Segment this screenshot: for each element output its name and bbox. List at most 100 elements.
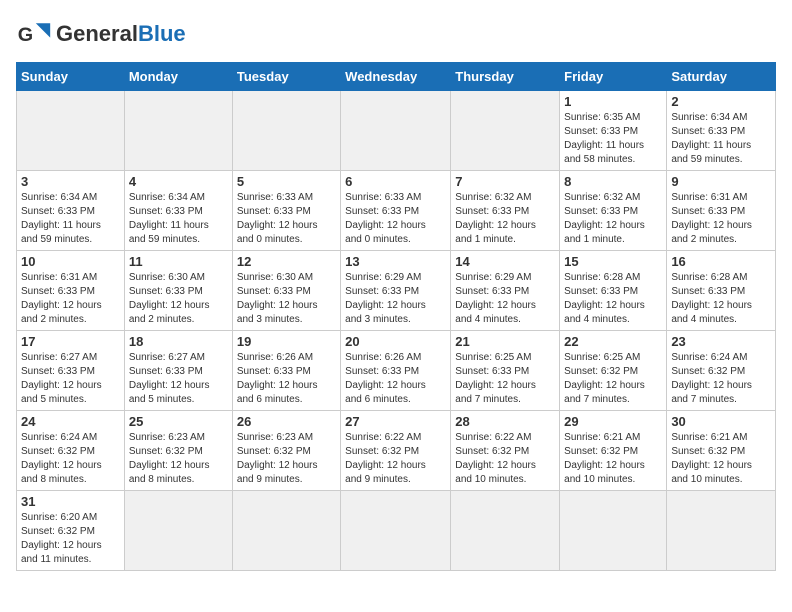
day-info: Sunrise: 6:30 AM Sunset: 6:33 PM Dayligh… <box>129 271 228 327</box>
day-info: Sunrise: 6:27 AM Sunset: 6:33 PM Dayligh… <box>129 351 228 407</box>
calendar-cell: 16 Sunrise: 6:28 AM Sunset: 6:33 PM Dayli… <box>667 251 776 331</box>
day-info: Sunrise: 6:29 AM Sunset: 6:33 PM Dayligh… <box>345 271 446 327</box>
calendar-cell <box>17 91 125 171</box>
calendar-cell: 28 Sunrise: 6:22 AM Sunset: 6:32 PM Dayli… <box>451 411 560 491</box>
calendar-cell: 23Sunrise: 6:24 AM Sunset: 6:32 PM Dayli… <box>667 331 776 411</box>
day-info: Sunrise: 6:32 AM Sunset: 6:33 PM Dayligh… <box>455 191 555 247</box>
day-number: 15 <box>564 254 662 269</box>
calendar-week-row: 31Sunrise: 6:20 AM Sunset: 6:32 PM Dayli… <box>17 491 776 571</box>
day-info: Sunrise: 6:25 AM Sunset: 6:32 PM Dayligh… <box>564 351 662 407</box>
day-info: Sunrise: 6:23 AM Sunset: 6:32 PM Dayligh… <box>237 431 336 487</box>
header-monday: Monday <box>124 63 232 91</box>
calendar-week-row: 1 Sunrise: 6:35 AM Sunset: 6:33 PM Daylig… <box>17 91 776 171</box>
day-number: 18 <box>129 334 228 349</box>
day-info: Sunrise: 6:29 AM Sunset: 6:33 PM Dayligh… <box>455 271 555 327</box>
day-info: Sunrise: 6:24 AM Sunset: 6:32 PM Dayligh… <box>21 431 120 487</box>
day-info: Sunrise: 6:25 AM Sunset: 6:33 PM Dayligh… <box>455 351 555 407</box>
day-info: Sunrise: 6:34 AM Sunset: 6:33 PM Dayligh… <box>129 191 228 247</box>
calendar-cell: 20Sunrise: 6:26 AM Sunset: 6:33 PM Dayli… <box>341 331 451 411</box>
day-number: 23 <box>671 334 771 349</box>
day-info: Sunrise: 6:31 AM Sunset: 6:33 PM Dayligh… <box>21 271 120 327</box>
day-number: 24 <box>21 414 120 429</box>
calendar-cell <box>232 491 340 571</box>
calendar-cell <box>451 491 560 571</box>
calendar-cell: 30 Sunrise: 6:21 AM Sunset: 6:32 PM Dayli… <box>667 411 776 491</box>
calendar-cell <box>341 91 451 171</box>
calendar-cell: 27Sunrise: 6:22 AM Sunset: 6:32 PM Dayli… <box>341 411 451 491</box>
header-friday: Friday <box>560 63 667 91</box>
calendar-cell: 13 Sunrise: 6:29 AM Sunset: 6:33 PM Dayli… <box>341 251 451 331</box>
day-number: 19 <box>237 334 336 349</box>
calendar-cell <box>124 491 232 571</box>
calendar-cell: 24 Sunrise: 6:24 AM Sunset: 6:32 PM Dayli… <box>17 411 125 491</box>
day-number: 7 <box>455 174 555 189</box>
calendar-cell: 19 Sunrise: 6:26 AM Sunset: 6:33 PM Dayli… <box>232 331 340 411</box>
calendar-cell: 3 Sunrise: 6:34 AM Sunset: 6:33 PM Daylig… <box>17 171 125 251</box>
calendar-cell: 9 Sunrise: 6:31 AM Sunset: 6:33 PM Daylig… <box>667 171 776 251</box>
day-number: 21 <box>455 334 555 349</box>
calendar-cell: 11Sunrise: 6:30 AM Sunset: 6:33 PM Dayli… <box>124 251 232 331</box>
calendar-cell: 29 Sunrise: 6:21 AM Sunset: 6:32 PM Dayli… <box>560 411 667 491</box>
day-number: 30 <box>671 414 771 429</box>
day-info: Sunrise: 6:30 AM Sunset: 6:33 PM Dayligh… <box>237 271 336 327</box>
day-info: Sunrise: 6:34 AM Sunset: 6:33 PM Dayligh… <box>21 191 120 247</box>
day-info: Sunrise: 6:28 AM Sunset: 6:33 PM Dayligh… <box>671 271 771 327</box>
day-number: 28 <box>455 414 555 429</box>
day-info: Sunrise: 6:21 AM Sunset: 6:32 PM Dayligh… <box>564 431 662 487</box>
header-saturday: Saturday <box>667 63 776 91</box>
day-info: Sunrise: 6:27 AM Sunset: 6:33 PM Dayligh… <box>21 351 120 407</box>
calendar-week-row: 10 Sunrise: 6:31 AM Sunset: 6:33 PM Dayli… <box>17 251 776 331</box>
calendar-cell: 21 Sunrise: 6:25 AM Sunset: 6:33 PM Dayli… <box>451 331 560 411</box>
day-number: 14 <box>455 254 555 269</box>
day-info: Sunrise: 6:34 AM Sunset: 6:33 PM Dayligh… <box>671 111 771 167</box>
calendar-cell <box>451 91 560 171</box>
day-info: Sunrise: 6:33 AM Sunset: 6:33 PM Dayligh… <box>237 191 336 247</box>
calendar-cell: 18 Sunrise: 6:27 AM Sunset: 6:33 PM Dayli… <box>124 331 232 411</box>
day-info: Sunrise: 6:33 AM Sunset: 6:33 PM Dayligh… <box>345 191 446 247</box>
header-thursday: Thursday <box>451 63 560 91</box>
calendar-cell <box>232 91 340 171</box>
day-info: Sunrise: 6:35 AM Sunset: 6:33 PM Dayligh… <box>564 111 662 167</box>
calendar-cell <box>560 491 667 571</box>
day-number: 9 <box>671 174 771 189</box>
calendar-cell: 10 Sunrise: 6:31 AM Sunset: 6:33 PM Dayli… <box>17 251 125 331</box>
header-tuesday: Tuesday <box>232 63 340 91</box>
day-number: 8 <box>564 174 662 189</box>
day-number: 1 <box>564 94 662 109</box>
day-number: 10 <box>21 254 120 269</box>
day-number: 26 <box>237 414 336 429</box>
calendar-week-row: 24 Sunrise: 6:24 AM Sunset: 6:32 PM Dayli… <box>17 411 776 491</box>
day-number: 6 <box>345 174 446 189</box>
day-number: 16 <box>671 254 771 269</box>
calendar-cell: 8Sunrise: 6:32 AM Sunset: 6:33 PM Daylig… <box>560 171 667 251</box>
day-info: Sunrise: 6:23 AM Sunset: 6:32 PM Dayligh… <box>129 431 228 487</box>
day-info: Sunrise: 6:21 AM Sunset: 6:32 PM Dayligh… <box>671 431 771 487</box>
day-number: 3 <box>21 174 120 189</box>
calendar-cell: 2 Sunrise: 6:34 AM Sunset: 6:33 PM Daylig… <box>667 91 776 171</box>
header-wednesday: Wednesday <box>341 63 451 91</box>
day-info: Sunrise: 6:22 AM Sunset: 6:32 PM Dayligh… <box>345 431 446 487</box>
calendar-cell: 14 Sunrise: 6:29 AM Sunset: 6:33 PM Dayli… <box>451 251 560 331</box>
calendar-cell: 1 Sunrise: 6:35 AM Sunset: 6:33 PM Daylig… <box>560 91 667 171</box>
day-number: 5 <box>237 174 336 189</box>
day-info: Sunrise: 6:26 AM Sunset: 6:33 PM Dayligh… <box>237 351 336 407</box>
day-info: Sunrise: 6:31 AM Sunset: 6:33 PM Dayligh… <box>671 191 771 247</box>
day-number: 25 <box>129 414 228 429</box>
day-number: 13 <box>345 254 446 269</box>
day-number: 29 <box>564 414 662 429</box>
calendar-cell: 31Sunrise: 6:20 AM Sunset: 6:32 PM Dayli… <box>17 491 125 571</box>
day-number: 31 <box>21 494 120 509</box>
calendar-cell: 26 Sunrise: 6:23 AM Sunset: 6:32 PM Dayli… <box>232 411 340 491</box>
calendar-week-row: 17Sunrise: 6:27 AM Sunset: 6:33 PM Dayli… <box>17 331 776 411</box>
day-number: 2 <box>671 94 771 109</box>
day-info: Sunrise: 6:22 AM Sunset: 6:32 PM Dayligh… <box>455 431 555 487</box>
calendar-cell: 17Sunrise: 6:27 AM Sunset: 6:33 PM Dayli… <box>17 331 125 411</box>
header-sunday: Sunday <box>17 63 125 91</box>
logo: G GeneralBlue <box>16 16 186 52</box>
day-number: 22 <box>564 334 662 349</box>
calendar-cell <box>124 91 232 171</box>
day-number: 12 <box>237 254 336 269</box>
calendar-cell: 5 Sunrise: 6:33 AM Sunset: 6:33 PM Daylig… <box>232 171 340 251</box>
calendar-table: SundayMondayTuesdayWednesdayThursdayFrid… <box>16 62 776 571</box>
day-info: Sunrise: 6:26 AM Sunset: 6:33 PM Dayligh… <box>345 351 446 407</box>
